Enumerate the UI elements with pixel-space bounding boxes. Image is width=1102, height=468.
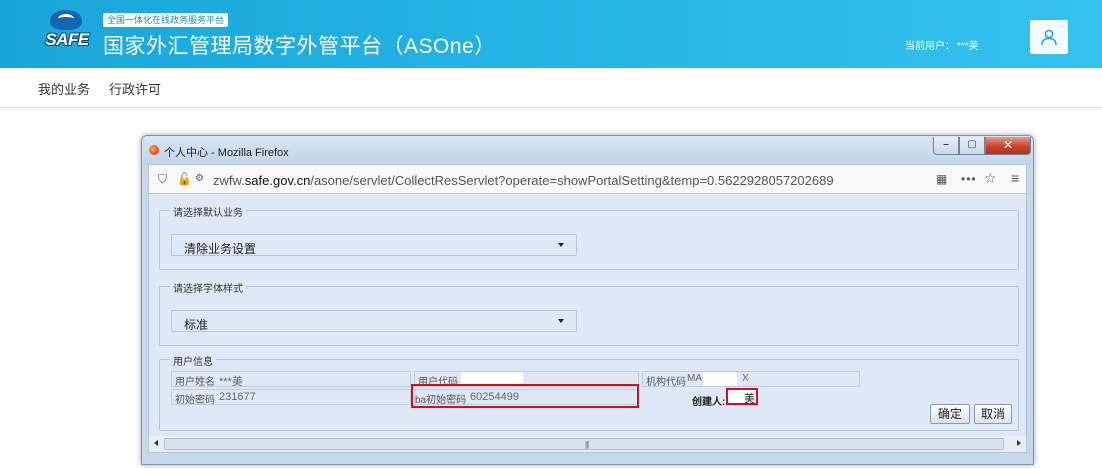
nav-admin-license[interactable]: 行政许可 xyxy=(109,79,161,98)
close-button[interactable]: ✕ xyxy=(985,137,1031,155)
firefox-icon xyxy=(149,145,159,155)
creator-value: 美 xyxy=(744,393,755,405)
window-titlebar[interactable]: 个人中心 - Mozilla Firefox – ▢ ✕ xyxy=(142,136,1033,164)
shield-icon[interactable]: ⛉ xyxy=(158,172,167,187)
scroll-right-icon[interactable] xyxy=(1017,440,1021,446)
window-title: 个人中心 - Mozilla Firefox xyxy=(164,147,289,159)
maximize-icon: ▢ xyxy=(967,139,977,150)
portal-header: SAFE 全国一体化在线政务服务平台 国家外汇管理局数字外管平台（ASOne） … xyxy=(0,0,1102,68)
default-business-select[interactable]: 清除业务设置 xyxy=(171,234,577,256)
settings-panel: 请选择默认业务 清除业务设置 请选择字体样式 标准 用户信息 用户姓名 ***美… xyxy=(149,194,1026,436)
menu-icon[interactable]: ≡ xyxy=(1011,170,1019,186)
scroll-thumb[interactable]: ||| xyxy=(164,438,1004,450)
nav-my-business[interactable]: 我的业务 xyxy=(38,79,90,98)
logo-text: SAFE xyxy=(45,30,89,49)
chevron-down-icon xyxy=(558,243,564,247)
qr-code-icon[interactable]: ▦ xyxy=(936,172,947,186)
creator-label: 创建人: xyxy=(692,397,726,408)
bookmark-star-icon[interactable]: ☆ xyxy=(984,170,997,187)
creator-field: 美 xyxy=(726,388,758,405)
user-info-legend: 用户信息 xyxy=(170,353,216,368)
url-prefix: zwfw. xyxy=(213,173,245,188)
init-password-field: 初始密码 231677 xyxy=(171,389,411,405)
font-style-legend: 请选择字体样式 xyxy=(170,280,246,295)
maximize-button[interactable]: ▢ xyxy=(959,137,985,155)
org-code-prefix: MA xyxy=(687,373,702,384)
horizontal-scrollbar[interactable]: ||| xyxy=(148,436,1027,453)
user-name-label: 用户姓名 xyxy=(175,377,215,387)
page-content: 请选择默认业务 清除业务设置 请选择字体样式 标准 用户信息 用户姓名 ***美… xyxy=(148,194,1027,436)
app-title: 国家外汇管理局数字外管平台（ASOne） xyxy=(103,35,496,58)
org-code-suffix: X xyxy=(742,373,749,384)
font-style-value: 标准 xyxy=(184,318,209,332)
user-button[interactable] xyxy=(1030,20,1068,54)
chevron-down-icon xyxy=(558,319,564,323)
minimize-icon: – xyxy=(943,139,949,150)
permissions-icon[interactable]: ⚙ xyxy=(195,173,204,184)
grip-icon: ||| xyxy=(585,440,589,449)
font-style-select[interactable]: 标准 xyxy=(171,310,577,332)
main-nav: 我的业务 行政许可 xyxy=(0,68,1102,108)
user-name-field: 用户姓名 ***美 xyxy=(171,371,411,387)
current-user-value: ***美 xyxy=(957,41,979,52)
highlight-box-password xyxy=(411,384,639,408)
close-icon: ✕ xyxy=(1002,138,1014,152)
user-info-group: 用户信息 用户姓名 ***美 用户代码 机构代码 MA X 初始密码 23167… xyxy=(159,353,1019,431)
insecure-lock-icon[interactable]: 🔓 xyxy=(177,172,192,186)
minimize-button[interactable]: – xyxy=(933,137,959,155)
default-business-value: 清除业务设置 xyxy=(184,242,257,256)
url-path: /asone/servlet/CollectResServlet?operate… xyxy=(310,173,834,188)
org-code-field: 机构代码 MA X xyxy=(642,371,860,387)
default-business-legend: 请选择默认业务 xyxy=(170,204,246,219)
user-name-value: ***美 xyxy=(219,376,243,387)
platform-tag: 全国一体化在线政务服务平台 xyxy=(103,13,229,27)
window-controls: – ▢ ✕ xyxy=(933,137,1031,157)
url-text[interactable]: zwfw.safe.gov.cn/asone/servlet/CollectRe… xyxy=(213,173,834,188)
url-bar[interactable]: ⛉ 🔓 ⚙ zwfw.safe.gov.cn/asone/servlet/Col… xyxy=(148,164,1027,194)
init-password-label: 初始密码 xyxy=(175,395,215,405)
scroll-left-icon[interactable] xyxy=(154,440,158,446)
current-user-label: 当前用户： xyxy=(905,41,955,52)
org-code-label: 机构代码 xyxy=(646,377,686,387)
redacted-org-code xyxy=(703,372,737,386)
safe-logo: SAFE xyxy=(40,10,92,58)
init-password-value: 231677 xyxy=(219,391,256,403)
font-style-group: 请选择字体样式 标准 xyxy=(159,280,1019,346)
cancel-button[interactable]: 取消 xyxy=(974,404,1012,424)
firefox-window: 个人中心 - Mozilla Firefox – ▢ ✕ ⛉ 🔓 ⚙ zwfw.… xyxy=(141,135,1034,465)
url-domain: safe.gov.cn xyxy=(244,173,311,188)
confirm-button[interactable]: 确定 xyxy=(930,404,970,424)
page-actions-icon[interactable]: ••• xyxy=(961,172,977,186)
default-business-group: 请选择默认业务 清除业务设置 xyxy=(159,204,1019,270)
current-user: 当前用户： ***美 xyxy=(905,37,979,52)
user-icon xyxy=(1041,29,1057,46)
